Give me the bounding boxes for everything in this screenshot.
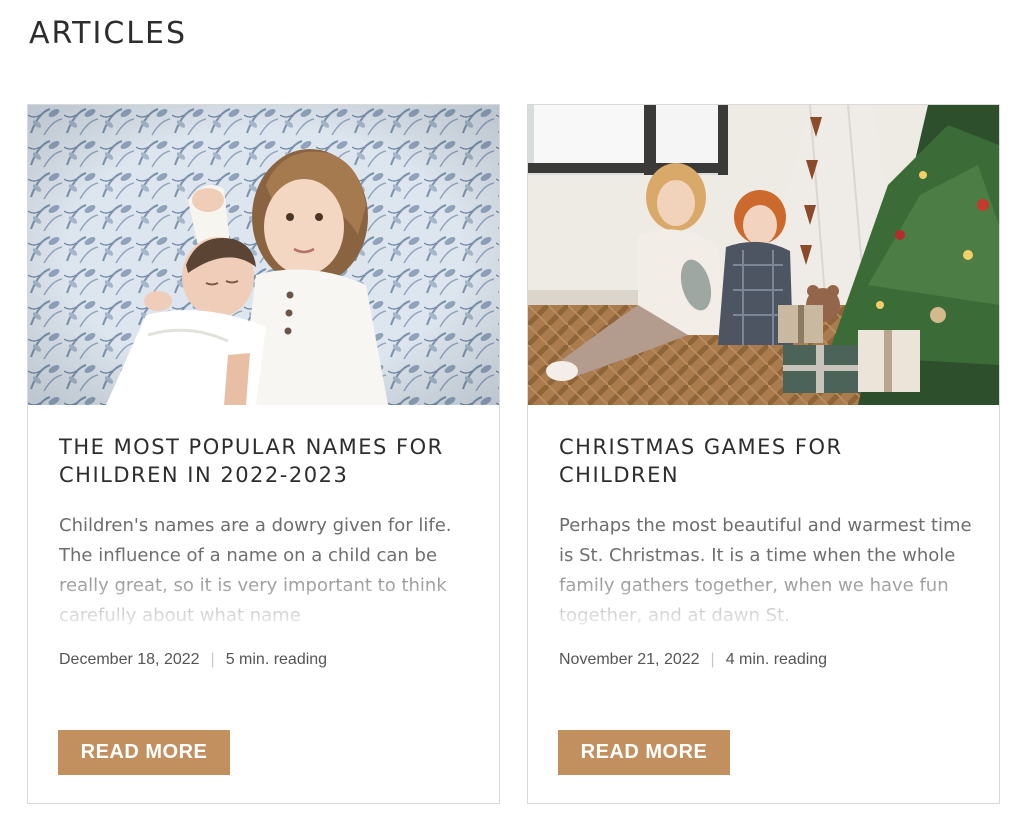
article-image-christmas[interactable] [528,105,999,405]
article-title[interactable]: CHRISTMAS GAMES FOR CHILDREN [559,433,969,489]
excerpt-text: Perhaps the most beautiful and warmest t… [559,515,972,626]
meta-separator: | [210,651,215,668]
article-title[interactable]: THE MOST POPULAR NAMES FOR CHILDREN IN 2… [59,433,469,489]
article-date: November 21, 2022 [559,651,700,668]
article-excerpt: Perhaps the most beautiful and warmest t… [559,511,979,631]
read-more-button[interactable]: READ MORE [58,730,230,775]
article-meta: December 18, 2022 | 5 min. reading [59,650,327,670]
page-title: ARTICLES [29,16,188,51]
reading-time: 4 min. reading [725,651,828,668]
article-card: THE MOST POPULAR NAMES FOR CHILDREN IN 2… [27,104,500,804]
meta-separator: | [710,651,715,668]
article-image-siblings[interactable] [28,105,499,405]
read-more-button[interactable]: READ MORE [558,730,730,775]
article-date: December 18, 2022 [59,651,200,668]
reading-time: 5 min. reading [225,651,328,668]
article-excerpt: Children's names are a dowry given for l… [59,511,479,631]
article-card: CHRISTMAS GAMES FOR CHILDREN Perhaps the… [527,104,1000,804]
article-meta: November 21, 2022 | 4 min. reading [559,650,827,670]
excerpt-text: Children's names are a dowry given for l… [59,515,452,626]
